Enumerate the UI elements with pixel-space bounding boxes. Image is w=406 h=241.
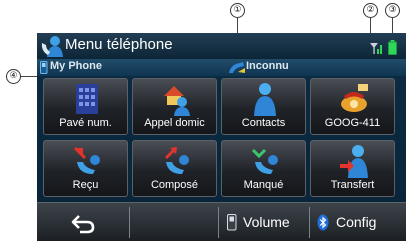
- config-button[interactable]: Config: [310, 203, 406, 241]
- callout-2: ②: [363, 3, 378, 18]
- header-bar: Menu téléphone: [37, 33, 406, 59]
- back-button[interactable]: [37, 203, 129, 241]
- tile-label: Manqué: [243, 179, 284, 191]
- signal-strength-icon: [370, 43, 382, 54]
- tile-label: Composé: [150, 179, 199, 191]
- callout-1: ①: [230, 3, 245, 18]
- goog411-icon: [341, 84, 368, 112]
- contacts-button[interactable]: Contacts: [221, 78, 306, 135]
- status-bar: My Phone Inconnu: [37, 59, 406, 76]
- handset-icon: [227, 214, 237, 231]
- phone-user-icon: [41, 36, 63, 57]
- home-call-icon: [164, 86, 190, 116]
- received-call-icon: [73, 146, 100, 174]
- phone-menu-screen: Menu téléphone My Phone Inconnu Pavé num…: [37, 33, 406, 241]
- page-title: Menu téléphone: [65, 36, 173, 53]
- keypad-icon: [76, 84, 98, 114]
- dialed-call-icon: [164, 146, 189, 174]
- missed-call-icon: [251, 148, 278, 174]
- callout-3: ③: [385, 3, 400, 18]
- tile-label: Appel domic: [144, 117, 205, 129]
- goog411-button[interactable]: GOOG-411: [310, 78, 395, 135]
- unknown-caller-icon: [229, 62, 245, 73]
- function-grid: Pavé num. Appel domic Contacts GOOG-411 …: [37, 76, 406, 200]
- callout-4: ④: [6, 69, 21, 84]
- tile-label: Contacts: [241, 117, 286, 129]
- config-label: Config: [336, 214, 377, 230]
- tile-label: Pavé num.: [59, 117, 112, 129]
- device-name: My Phone: [50, 60, 102, 72]
- handset-icon: [40, 61, 48, 74]
- divider: [129, 207, 130, 238]
- dialed-calls-button[interactable]: Composé: [132, 140, 217, 197]
- missed-calls-button[interactable]: Manqué: [221, 140, 306, 197]
- back-arrow-icon: [71, 215, 95, 234]
- tile-label: Transfert: [330, 179, 375, 191]
- volume-button[interactable]: Volume: [219, 203, 309, 241]
- caller-status: Inconnu: [246, 60, 289, 72]
- contacts-icon: [254, 83, 276, 116]
- battery-icon: [388, 40, 397, 55]
- volume-label: Volume: [243, 214, 290, 230]
- transfer-button[interactable]: Transfert: [310, 140, 395, 197]
- received-calls-button[interactable]: Reçu: [43, 140, 128, 197]
- transfer-icon: [340, 145, 368, 178]
- tile-label: Reçu: [72, 179, 99, 191]
- bottom-bar: Volume Config: [37, 202, 406, 241]
- home-call-button[interactable]: Appel domic: [132, 78, 217, 135]
- bluetooth-icon: [317, 214, 329, 231]
- tile-label: GOOG-411: [324, 117, 381, 129]
- keypad-button[interactable]: Pavé num.: [43, 78, 128, 135]
